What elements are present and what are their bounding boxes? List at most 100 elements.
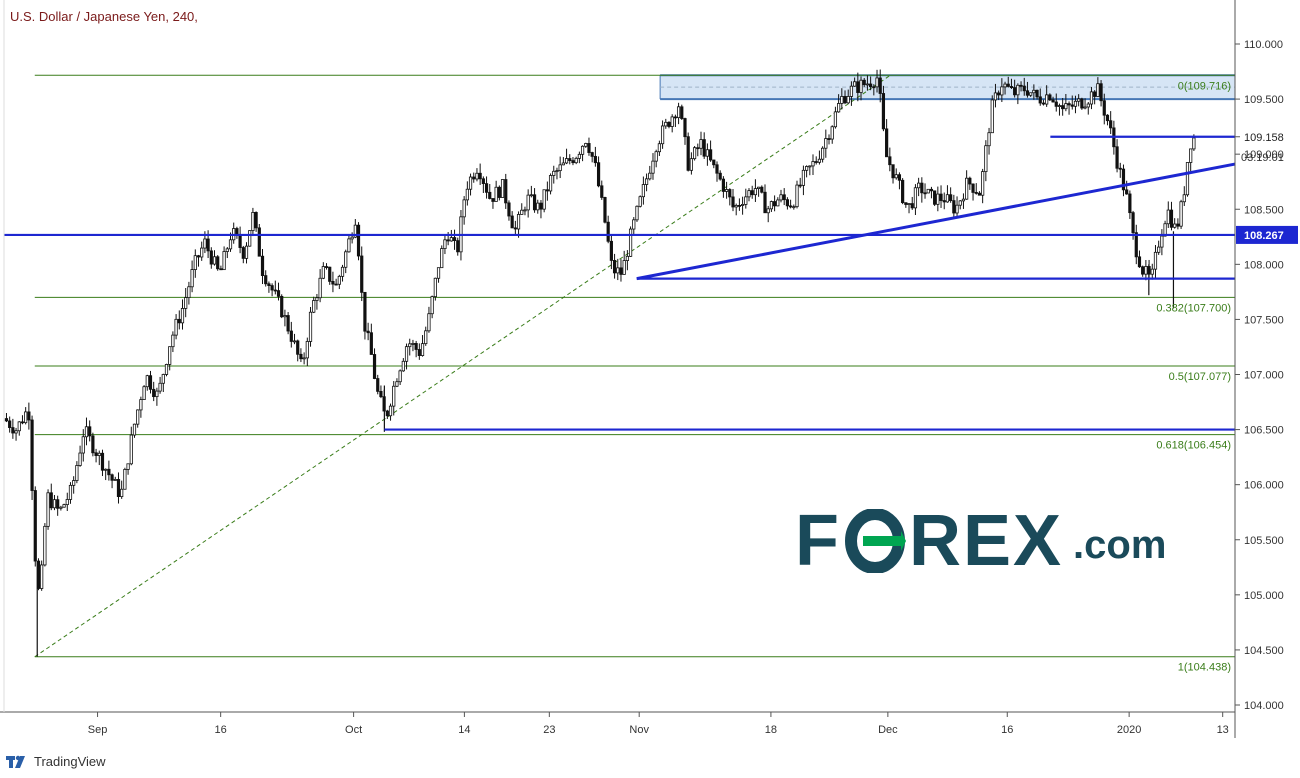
candle-body — [622, 260, 626, 275]
candle-body — [616, 267, 620, 274]
y-tick-label: 106.500 — [1244, 425, 1284, 437]
candle-body — [721, 178, 725, 192]
candle-body — [792, 206, 796, 209]
candle-body — [126, 463, 130, 470]
candle-body — [520, 209, 524, 215]
candle-body — [433, 277, 437, 298]
candle-body — [699, 139, 703, 149]
candle-body — [84, 426, 89, 438]
candle-body — [225, 248, 229, 252]
candle-body — [430, 296, 434, 315]
candle-body — [1003, 83, 1007, 88]
candle-body — [296, 340, 300, 355]
candle-body — [555, 170, 559, 173]
candle-body — [1179, 201, 1183, 227]
candle-body — [200, 247, 204, 258]
forex-logo-dotcom: .com — [1073, 523, 1167, 567]
candle-body — [1009, 86, 1014, 88]
candle-body — [779, 194, 783, 201]
candle-body — [11, 427, 15, 434]
candle-body — [440, 248, 444, 269]
candle-body — [894, 174, 898, 179]
candle-body — [379, 390, 383, 398]
candle-body — [1105, 114, 1110, 122]
candle-body — [1038, 96, 1042, 104]
candle-body — [1057, 105, 1062, 107]
candle-body — [148, 375, 153, 390]
forex-logo-letters-rex: REX — [908, 501, 1064, 581]
candle-body — [600, 185, 604, 198]
candle-body — [869, 83, 873, 88]
candle-body — [584, 143, 588, 147]
y-tick-label: 110.000 — [1244, 39, 1283, 51]
candle-body — [971, 183, 975, 193]
candle-body — [558, 164, 562, 172]
candle-body — [187, 286, 191, 298]
candle-body — [542, 189, 546, 210]
candle-body — [456, 240, 460, 253]
candle-body — [385, 410, 389, 417]
x-tick-label: 16 — [215, 724, 227, 736]
candle-body — [216, 256, 220, 270]
candle-body — [907, 203, 911, 205]
candle-body — [1137, 256, 1142, 268]
candle-body — [299, 353, 303, 360]
candle-body — [139, 399, 143, 411]
candle-body — [376, 378, 380, 392]
candle-body — [917, 182, 921, 189]
candle-body — [552, 170, 556, 176]
candle-body — [1064, 103, 1068, 110]
candle-body — [587, 143, 591, 153]
candle-body — [1169, 209, 1174, 228]
x-tick-label: 18 — [765, 724, 777, 736]
fib-level-label: 1(104.438) — [1178, 662, 1231, 674]
candle-body — [17, 421, 21, 432]
candle-body — [817, 158, 822, 163]
candle-body — [837, 103, 841, 113]
candle-body — [123, 469, 127, 490]
forex-logo-o-icon — [844, 508, 906, 574]
tradingview-brand[interactable]: TradingView — [6, 750, 106, 772]
candle-body — [244, 245, 249, 259]
candle-body — [1048, 94, 1052, 101]
candle-body — [302, 357, 306, 360]
candle-body — [206, 238, 210, 252]
candle-body — [878, 77, 882, 94]
y-tick-label: 105.500 — [1244, 535, 1284, 547]
candle-body — [955, 204, 959, 214]
candle-body — [1150, 268, 1154, 275]
candle-body — [104, 468, 108, 471]
candle-body — [651, 160, 655, 174]
candle-body — [257, 227, 261, 257]
candle-body — [1182, 194, 1186, 203]
candle-body — [1073, 100, 1078, 107]
candle-body — [484, 183, 489, 193]
candle-body — [718, 172, 722, 180]
candle-body — [805, 166, 809, 171]
candle-body — [404, 346, 409, 362]
candle-body — [100, 452, 105, 471]
candle-body — [737, 204, 741, 207]
candle-body — [347, 238, 351, 253]
candle-body — [676, 106, 681, 119]
candle-body — [40, 564, 44, 589]
candle-body — [475, 172, 479, 180]
candle-body — [251, 212, 255, 231]
forex-logo-letter-f: F — [795, 501, 841, 581]
candle-body — [936, 193, 940, 205]
candle-body — [392, 385, 396, 407]
candle-body — [961, 198, 966, 202]
y-tick-label: 107.500 — [1244, 314, 1284, 326]
candle-body — [500, 179, 505, 198]
candle-body — [856, 81, 860, 93]
candle-body — [337, 275, 341, 285]
candle-body — [398, 370, 402, 383]
candle-body — [1054, 101, 1058, 107]
candle-body — [1134, 232, 1138, 258]
candle-body — [264, 275, 268, 285]
candle-body — [504, 179, 508, 204]
candle-body — [334, 283, 338, 286]
candle-body — [193, 255, 197, 270]
candle-body — [654, 151, 658, 162]
candle-body — [904, 202, 908, 205]
